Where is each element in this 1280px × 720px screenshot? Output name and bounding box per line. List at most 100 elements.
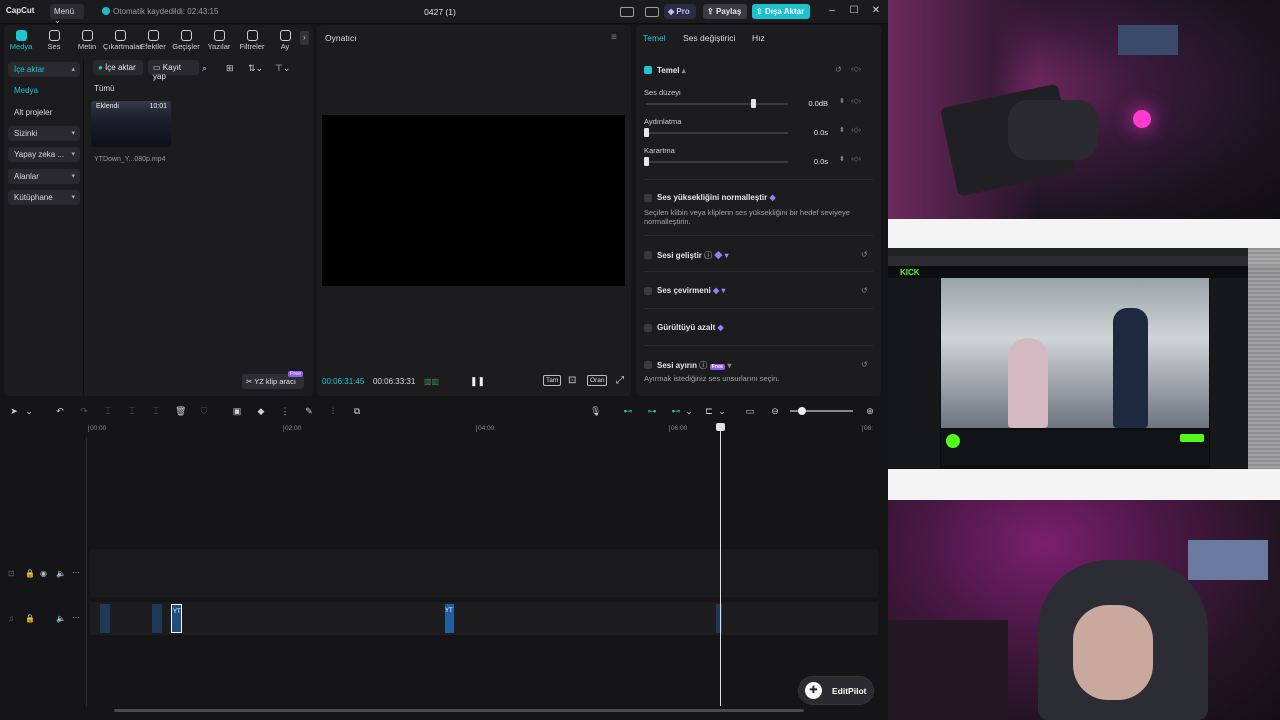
sidebar-item-1[interactable]: Medya <box>8 83 80 98</box>
tab-captions[interactable]: Yazılar <box>202 27 236 51</box>
tab-basic[interactable]: Temel <box>643 33 666 43</box>
basic-checkbox[interactable] <box>644 66 652 74</box>
tab-media[interactable]: Medya <box>4 27 38 51</box>
pro-button[interactable]: ◆ Pro <box>664 4 696 19</box>
volume-value[interactable]: 0.0dB <box>796 99 828 108</box>
audio-split-icon[interactable]: ⫶ <box>328 406 338 416</box>
grid-view-icon[interactable]: ⊞ <box>226 63 234 74</box>
reset-icon[interactable]: ↺ <box>861 250 868 259</box>
tab-sticker[interactable]: Çıkartmalar <box>103 27 142 51</box>
enhance-voice-label[interactable]: Sesi geliştir ⓘ ◆ ▾ <box>657 250 729 261</box>
normalize-label[interactable]: Ses yüksekliğini normalleştir ◆ <box>657 193 776 202</box>
search-icon[interactable]: ⌕ <box>202 63 207 74</box>
stepper-icon[interactable]: ⬍ <box>839 155 845 163</box>
maximize-icon[interactable]: ☐ <box>848 5 860 17</box>
media-clip-thumbnail[interactable]: Eklendi 10:01 <box>91 101 171 147</box>
timeline-ruler[interactable]: 00:00 02:00 04:00 06:00 08: <box>0 423 888 437</box>
basic-section-title[interactable]: Temel ▴ <box>657 66 686 75</box>
preview-axis-icon[interactable]: ⊏ <box>704 406 714 416</box>
ratio-button[interactable]: Oran <box>587 375 608 386</box>
auto-snap-icon[interactable]: ⊶ <box>646 406 658 416</box>
close-icon[interactable]: ✕ <box>870 5 882 17</box>
stepper-icon[interactable]: ⬍ <box>839 97 845 105</box>
clip-segment[interactable]: YT <box>445 604 454 633</box>
linkage-icon[interactable]: ⊷ <box>670 406 682 416</box>
chevron-right-icon[interactable]: › <box>300 31 309 45</box>
sort-icon[interactable]: ⇅⌄ <box>248 63 263 74</box>
ai-edit-icon[interactable]: ✎ <box>304 406 314 416</box>
tab-filters[interactable]: Filtreler <box>235 27 269 51</box>
tab-voice-changer[interactable]: Ses değiştirici <box>683 33 735 43</box>
zoom-slider-knob[interactable] <box>798 407 806 415</box>
filter-icon[interactable]: ⊤⌄ <box>275 63 290 74</box>
share-button[interactable]: ⇪ Paylaş <box>703 4 747 19</box>
voice-changer-checkbox[interactable] <box>644 287 652 295</box>
playhead[interactable] <box>720 423 721 706</box>
record-button[interactable]: ▭ Kayıt yap <box>148 60 199 81</box>
crop-icon[interactable]: ⊡ <box>568 375 576 386</box>
main-track-magnet-icon[interactable]: ⊷ <box>622 406 634 416</box>
volume-slider-knob[interactable] <box>750 99 756 108</box>
more-icon[interactable]: ⋯ <box>72 613 80 622</box>
sidebar-item-5[interactable]: Alanlar ▾ <box>8 169 80 184</box>
layout-icon[interactable] <box>620 7 634 17</box>
shield-icon[interactable]: ⛉ <box>199 406 209 416</box>
filter-all-label[interactable]: Tümü <box>94 84 114 93</box>
marker-icon[interactable]: ◆ <box>256 406 266 416</box>
zoom-in-icon[interactable]: ⊕ <box>865 406 875 416</box>
normalize-checkbox[interactable] <box>644 194 652 202</box>
split-icon[interactable]: ⌶ <box>103 406 113 416</box>
sidebar-item-3[interactable]: Sizinki ▾ <box>8 126 80 141</box>
fullscreen-icon[interactable]: ⤢ <box>616 375 624 386</box>
microphone-icon[interactable]: 🎙 <box>590 406 601 416</box>
zoom-out-icon[interactable]: ⊖ <box>770 406 780 416</box>
split-right-icon[interactable]: ⌶ <box>151 406 161 416</box>
tab-effects[interactable]: Efektler <box>136 27 170 51</box>
sidebar-item-4[interactable]: Yapay zeka ... ▾ <box>8 147 80 162</box>
player-menu-icon[interactable]: ≡ <box>611 32 617 43</box>
keyframe-icon[interactable]: ‹◇› <box>851 97 861 105</box>
pause-icon[interactable]: ❚❚ <box>470 376 485 387</box>
fade-out-knob[interactable] <box>644 157 649 166</box>
select-tool-icon[interactable]: ➤ <box>9 406 19 416</box>
minimize-icon[interactable]: – <box>826 5 838 17</box>
tab-transitions[interactable]: Geçişler <box>169 27 203 51</box>
chevron-down-icon[interactable]: ⌄ <box>717 406 727 416</box>
speaker-icon[interactable]: 🔈 <box>56 569 66 578</box>
keyframe-icon[interactable]: ‹◇› <box>851 65 861 73</box>
voice-translator-label[interactable]: Ses çevirmeni ◆ ▾ <box>657 286 725 295</box>
export-button[interactable]: ⇧ Dışa Aktar <box>752 4 810 19</box>
project-title[interactable]: 0427 (1) <box>410 7 470 17</box>
reset-icon[interactable]: ↺ <box>835 65 842 74</box>
clip-segment[interactable] <box>100 604 110 633</box>
separate-voice-label[interactable]: Sesi ayırın ⓘ Free ▾ <box>657 360 731 371</box>
reset-icon[interactable]: ↺ <box>861 360 868 369</box>
fade-in-value[interactable]: 0.0s <box>796 128 828 137</box>
clip-segment[interactable] <box>152 604 162 633</box>
delete-icon[interactable]: 🗑 <box>175 406 186 416</box>
keyframe-icon[interactable]: ‹◇› <box>851 155 861 163</box>
keyframe-icon[interactable]: ‹◇› <box>851 126 861 134</box>
video-preview[interactable] <box>322 115 625 286</box>
selected-clip[interactable]: YT <box>171 604 182 633</box>
lock-icon[interactable]: 🔒 <box>25 614 35 623</box>
menu-button[interactable]: Menü ⌄ <box>50 4 84 25</box>
shortcuts-icon[interactable] <box>645 7 659 17</box>
undo-icon[interactable]: ↶ <box>55 406 65 416</box>
sidebar-item-2[interactable]: Alt projeler <box>8 105 80 120</box>
more-icon[interactable]: ⋯ <box>72 568 80 577</box>
eye-icon[interactable]: ◉ <box>40 569 47 578</box>
fade-out-value[interactable]: 0.0s <box>796 157 828 166</box>
audio-track[interactable] <box>90 602 878 635</box>
fade-in-knob[interactable] <box>644 128 649 137</box>
tab-adjust[interactable]: Ay <box>268 27 302 51</box>
noise-reduction-label[interactable]: Gürültüyü azalt ◆ <box>657 323 724 332</box>
timeline-scrollbar[interactable] <box>114 709 804 712</box>
sidebar-item-6[interactable]: Kütüphane ▾ <box>8 190 80 205</box>
reset-icon[interactable]: ↺ <box>861 286 868 295</box>
crop-tool-icon[interactable]: ⧉ <box>352 406 362 416</box>
freeze-icon[interactable]: ▣ <box>232 406 242 416</box>
full-quality-button[interactable]: Tam <box>543 375 562 386</box>
separate-voice-checkbox[interactable] <box>644 361 652 369</box>
split-left-icon[interactable]: ⌶ <box>127 406 137 416</box>
